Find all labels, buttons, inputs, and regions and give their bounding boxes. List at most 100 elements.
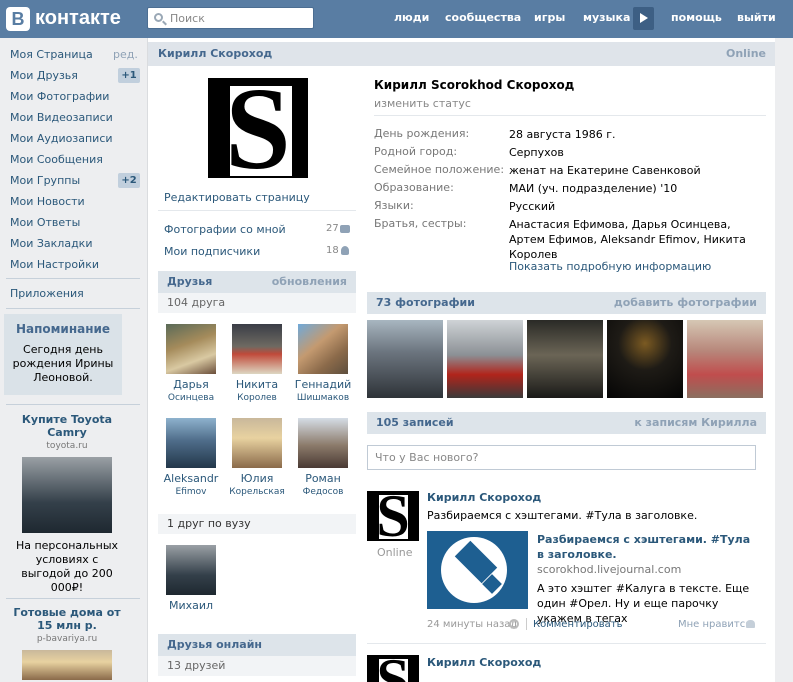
post-online-status: Online	[377, 546, 413, 559]
search-input[interactable]: Поиск	[147, 7, 314, 29]
post-author-avatar[interactable]: S	[367, 655, 419, 682]
friend-photo[interactable]	[232, 418, 282, 468]
subscribers-link[interactable]: Мои подписчики 18	[164, 245, 349, 258]
friend-card[interactable]: Юлия Корельская	[224, 418, 290, 499]
friend-photo[interactable]	[298, 324, 348, 374]
friend-first-name[interactable]: Михаил	[158, 599, 224, 613]
nav-logout[interactable]: выйти	[737, 11, 776, 24]
friend-first-name[interactable]: Никита	[224, 378, 290, 392]
info-value[interactable]: Анастасия Ефимова, Дарья Осинцева, Артем…	[509, 217, 767, 262]
friend-last-name[interactable]: Корельская	[224, 486, 290, 499]
sidebar-item-audio[interactable]: Мои Аудиозаписи	[10, 132, 113, 145]
friend-card[interactable]: Дарья Осинцева	[158, 324, 224, 405]
edit-profile-link[interactable]: Редактировать страницу	[164, 191, 310, 204]
friend-first-name[interactable]: Геннадий	[290, 378, 356, 392]
edit-page-link[interactable]: ред.	[113, 48, 138, 61]
photo-thumb[interactable]	[367, 320, 443, 398]
sidebar-item-photos[interactable]: Мои Фотографии	[10, 90, 109, 103]
friend-photo[interactable]	[166, 418, 216, 468]
friend-photo[interactable]	[298, 418, 348, 468]
friend-first-name[interactable]: Aleksandr	[158, 472, 224, 486]
settings-gear-icon[interactable]	[509, 619, 519, 629]
friends-count-badge[interactable]: +1	[118, 68, 140, 83]
photo-thumb[interactable]	[527, 320, 603, 398]
info-label: Братья, сестры:	[374, 217, 467, 230]
change-status-link[interactable]: изменить статус	[374, 97, 471, 110]
to-wall-link[interactable]: к записям Кирилла	[634, 416, 757, 429]
nav-music[interactable]: музыка	[583, 11, 630, 24]
sidebar-item-bookmarks[interactable]: Мои Закладки	[10, 237, 92, 250]
sidebar-item-settings[interactable]: Мои Настройки	[10, 258, 99, 271]
sidebar-item-friends[interactable]: Мои Друзья	[10, 69, 78, 82]
nav-help[interactable]: помощь	[671, 11, 722, 24]
friend-last-name[interactable]: Осинцева	[158, 392, 224, 405]
wall-post-input[interactable]: Что у Вас нового?	[367, 445, 756, 470]
heart-icon[interactable]	[746, 620, 755, 628]
photo-thumb[interactable]	[687, 320, 763, 398]
friend-first-name[interactable]: Дарья	[158, 378, 224, 392]
sidebar-item-videos[interactable]: Мои Видеозаписи	[10, 111, 113, 124]
friend-card[interactable]: Aleksandr Efimov	[158, 418, 224, 499]
profile-avatar[interactable]: S	[208, 78, 308, 178]
photos-with-me-link[interactable]: Фотографии со мной 27	[164, 223, 350, 236]
nav-communities[interactable]: сообщества	[445, 11, 521, 24]
vk-logo[interactable]: В контакте	[6, 7, 132, 31]
info-value[interactable]: 28 августа 1986 г.	[509, 127, 767, 142]
sidebar-item-answers[interactable]: Мои Ответы	[10, 216, 80, 229]
wall-header[interactable]: 105 записей к записям Кирилла	[367, 412, 766, 434]
sidebar-item-messages[interactable]: Мои Сообщения	[10, 153, 103, 166]
info-value[interactable]: Серпухов	[509, 145, 767, 160]
ad-car-image[interactable]	[22, 457, 112, 533]
post-time[interactable]: 24 минуты назад	[427, 619, 517, 630]
separator	[526, 618, 527, 630]
friend-photo[interactable]	[166, 324, 216, 374]
ad-houses[interactable]: Готовые дома от 15 млн р. p-bavariya.ru	[10, 606, 124, 680]
photo-thumb[interactable]	[607, 320, 683, 398]
friend-first-name[interactable]: Роман	[290, 472, 356, 486]
friend-last-name[interactable]: Efimov	[158, 486, 224, 499]
like-label[interactable]: Мне нравится	[678, 619, 751, 630]
profile-header-name: Кирилл Скороход	[158, 47, 273, 60]
sidebar-divider	[6, 598, 140, 599]
friends-header[interactable]: Друзья обновления	[158, 271, 356, 293]
post-author-avatar[interactable]: S	[367, 491, 419, 541]
sidebar-item-news[interactable]: Мои Новости	[10, 195, 85, 208]
photos-header[interactable]: 73 фотографии добавить фотографии	[367, 292, 766, 314]
ad-toyota[interactable]: Купите Toyota Camry toyota.ru На персона…	[10, 413, 124, 595]
friend-last-name[interactable]: Федосов	[290, 486, 356, 499]
ad-title[interactable]: Купите Toyota Camry	[10, 413, 124, 439]
nav-games[interactable]: игры	[534, 11, 565, 24]
friend-card[interactable]: Роман Федосов	[290, 418, 356, 499]
groups-count-badge[interactable]: +2	[118, 173, 140, 188]
friend-photo[interactable]	[232, 324, 282, 374]
play-icon[interactable]	[633, 7, 654, 30]
friends-updates-link[interactable]: обновления	[272, 275, 347, 288]
friend-last-name[interactable]: Королев	[224, 392, 290, 405]
comment-link[interactable]: Комментировать	[533, 619, 623, 630]
friend-first-name[interactable]: Юлия	[224, 472, 290, 486]
nav-people[interactable]: люди	[394, 11, 429, 24]
post-author-name[interactable]: Кирилл Скороход	[427, 656, 541, 669]
info-value[interactable]: Русский	[509, 199, 767, 214]
friend-photo[interactable]	[166, 545, 216, 595]
info-value[interactable]: женат на Екатерине Савенковой	[509, 163, 767, 178]
online-friends-header[interactable]: Друзья онлайн	[158, 634, 356, 656]
sidebar-item-my-page[interactable]: Моя Страница	[10, 48, 93, 61]
link-domain[interactable]: scorokhod.livejournal.com	[537, 563, 681, 576]
friend-card[interactable]: Геннадий Шишмаков	[290, 324, 356, 405]
photo-thumb[interactable]	[447, 320, 523, 398]
ad-house-image[interactable]	[22, 650, 112, 680]
birthday-reminder[interactable]: Напоминание Сегодня день рождения Ирины …	[4, 314, 122, 395]
ad-title[interactable]: Готовые дома от 15 млн р.	[10, 606, 124, 632]
post-author-name[interactable]: Кирилл Скороход	[427, 491, 541, 504]
sidebar-item-apps[interactable]: Приложения	[10, 287, 84, 300]
link-title[interactable]: Разбираемся с хэштегами. #Тула в заголов…	[537, 532, 757, 562]
livejournal-logo-image[interactable]	[427, 531, 528, 609]
friend-card[interactable]: Никита Королев	[224, 324, 290, 405]
friend-last-name[interactable]: Шишмаков	[290, 392, 356, 405]
info-value[interactable]: МАИ (уч. подразделение) '10	[509, 181, 767, 196]
sidebar-item-groups[interactable]: Мои Группы	[10, 174, 80, 187]
friend-card[interactable]: Михаил	[158, 545, 224, 613]
add-photos-link[interactable]: добавить фотографии	[614, 296, 757, 309]
show-more-info-link[interactable]: Показать подробную информацию	[509, 260, 711, 273]
